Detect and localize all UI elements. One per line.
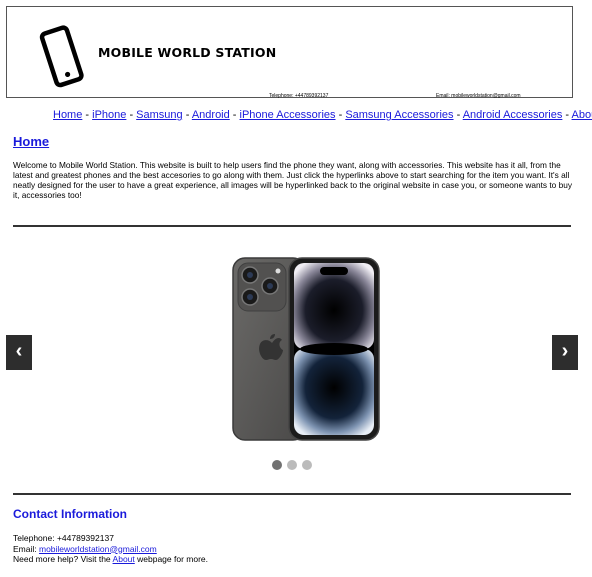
nav-link-iphone[interactable]: iPhone — [92, 109, 126, 121]
contact-help-suffix: webpage for more. — [134, 554, 208, 564]
nav-link-about-me[interactable]: About Me — [572, 109, 592, 121]
contact-email-label: Email: — [13, 543, 39, 554]
divider — [13, 225, 571, 227]
contact-info: Telephone: +44789392137 Email: mobilewor… — [13, 533, 208, 565]
header-email: Email: mobileworldstation@gmail.com — [436, 93, 521, 99]
nav-link-android-accessories[interactable]: Android Accessories — [463, 109, 563, 121]
header-telephone: Telephone: +44789392137 — [269, 93, 329, 99]
carousel-next-button[interactable]: › — [552, 335, 578, 370]
carousel-prev-button[interactable]: ‹ — [6, 335, 32, 370]
nav-link-android[interactable]: Android — [192, 109, 230, 121]
iphone-product-image[interactable] — [230, 255, 382, 443]
nav-separator: - — [335, 109, 346, 121]
carousel-dot-3[interactable] — [302, 460, 312, 470]
nav-link-samsung-accessories[interactable]: Samsung Accessories — [345, 109, 453, 121]
main-nav: Home - iPhone - Samsung - Android - iPho… — [53, 109, 592, 121]
nav-link-iphone-accessories[interactable]: iPhone Accessories — [240, 109, 336, 121]
nav-separator: - — [82, 109, 93, 121]
nav-separator: - — [562, 109, 572, 121]
nav-link-samsung[interactable]: Samsung — [136, 109, 182, 121]
intro-paragraph: Welcome to Mobile World Station. This we… — [13, 160, 572, 200]
site-title: MOBILE WORLD STATION — [98, 45, 277, 60]
page-title: Home — [13, 134, 50, 149]
contact-telephone: Telephone: +44789392137 — [13, 533, 114, 543]
about-link[interactable]: About — [113, 554, 135, 564]
nav-link-home[interactable]: Home — [53, 109, 82, 121]
nav-separator: - — [453, 109, 463, 121]
contact-help-line: Need more help? Visit the About webpage … — [13, 554, 208, 565]
nav-separator: - — [126, 109, 137, 121]
divider — [13, 493, 571, 495]
smartphone-icon — [39, 25, 84, 88]
nav-separator: - — [229, 109, 240, 121]
contact-email-link[interactable]: mobileworldstation@gmail.com — [39, 544, 157, 554]
contact-help-prefix: Need more help? Visit the — [13, 554, 113, 564]
carousel-dot-1[interactable] — [272, 460, 282, 470]
contact-email-line: Email: mobileworldstation@gmail.com — [13, 544, 208, 555]
site-header: MOBILE WORLD STATION Telephone: +4478939… — [6, 6, 573, 99]
contact-heading: Contact Information — [13, 507, 127, 521]
carousel-dot-2[interactable] — [287, 460, 297, 470]
nav-separator: - — [182, 109, 192, 121]
